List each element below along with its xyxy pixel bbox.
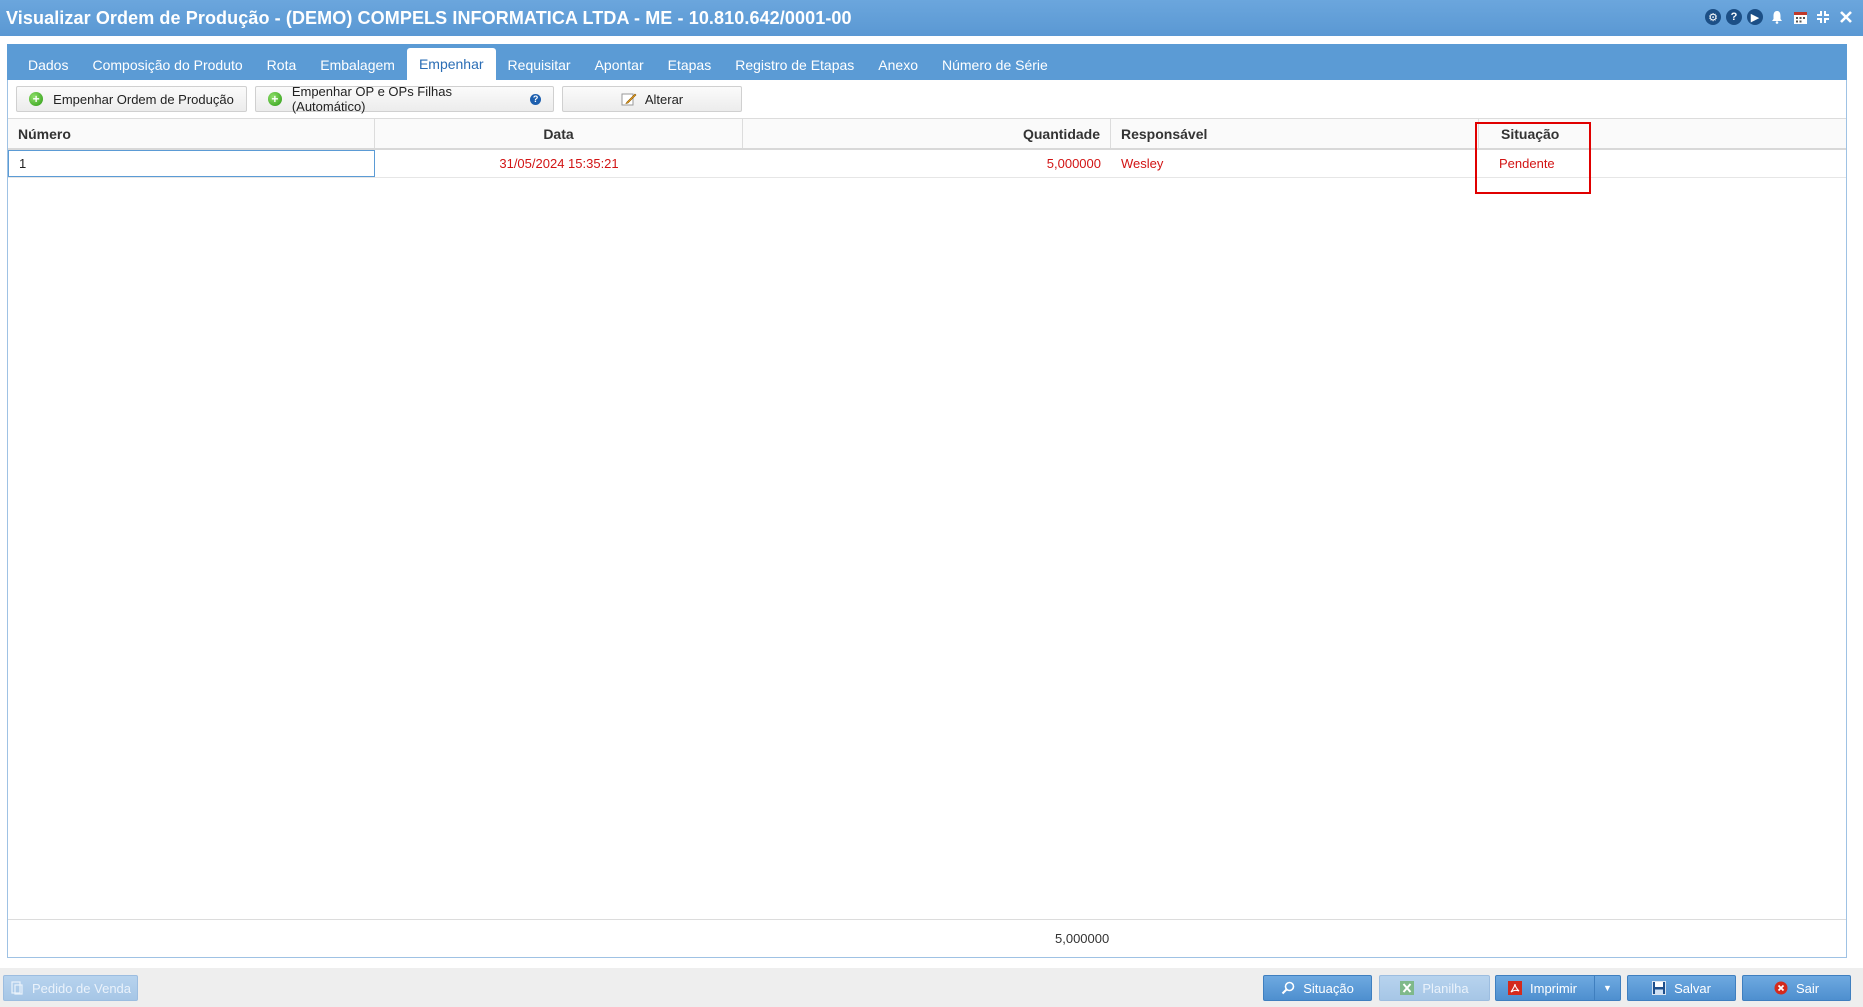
situacao-button[interactable]: Situação bbox=[1263, 975, 1372, 1001]
pedido-venda-button[interactable]: Pedido de Venda bbox=[3, 975, 138, 1001]
situacao-label: Situação bbox=[1303, 980, 1354, 996]
chevron-down-icon[interactable]: ▼ bbox=[1594, 976, 1620, 1000]
tab-bar: Dados Composição do Produto Rota Embalag… bbox=[7, 44, 1847, 80]
tab-rota[interactable]: Rota bbox=[255, 50, 309, 80]
pencil-icon bbox=[621, 92, 637, 106]
cell-data: 31/05/2024 15:35:21 bbox=[499, 156, 619, 171]
add-icon: + bbox=[29, 92, 44, 106]
salvar-label: Salvar bbox=[1674, 980, 1711, 996]
tab-composicao-produto[interactable]: Composição do Produto bbox=[80, 50, 254, 80]
situacao-highlight-annotation bbox=[1475, 122, 1591, 194]
empenhar-op-filhas-button[interactable]: + Empenhar OP e OPs Filhas (Automático) … bbox=[255, 84, 554, 114]
tab-etapas[interactable]: Etapas bbox=[656, 50, 724, 80]
tab-numero-serie[interactable]: Número de Série bbox=[930, 50, 1060, 80]
planilha-label: Planilha bbox=[1422, 980, 1469, 996]
empenhar-op-filhas-label: Empenhar OP e OPs Filhas (Automático) bbox=[291, 84, 452, 114]
alterar-label: Alterar bbox=[644, 91, 684, 107]
column-header-quantidade[interactable]: Quantidade bbox=[743, 119, 1111, 148]
pedido-venda-label: Pedido de Venda bbox=[31, 980, 132, 996]
tab-registro-etapas[interactable]: Registro de Etapas bbox=[723, 50, 866, 80]
tab-empenhar[interactable]: Empenhar bbox=[406, 48, 496, 80]
tab-embalagem[interactable]: Embalagem bbox=[308, 50, 407, 80]
minimize-icon[interactable] bbox=[1814, 8, 1832, 26]
grid-summary-row: 5,000000 bbox=[8, 919, 1846, 957]
total-quantidade: 5,000000 bbox=[1055, 931, 1110, 946]
bottom-action-bar: Pedido de Venda Situação Planilha Imprim… bbox=[0, 968, 1863, 1007]
empenhar-op-button[interactable]: + Empenhar Ordem de Produção bbox=[16, 86, 247, 112]
window-title: Visualizar Ordem de Produção - (DEMO) CO… bbox=[6, 7, 852, 28]
cell-quantidade: 5,000000 bbox=[1046, 156, 1101, 171]
planilha-button[interactable]: Planilha bbox=[1379, 975, 1490, 1001]
search-icon bbox=[1281, 981, 1295, 995]
save-icon bbox=[1652, 981, 1666, 995]
column-header-data[interactable]: Data bbox=[375, 119, 743, 148]
calendar-icon[interactable] bbox=[1791, 8, 1809, 26]
alterar-button[interactable]: Alterar bbox=[562, 86, 742, 112]
window-titlebar: Visualizar Ordem de Produção - (DEMO) CO… bbox=[0, 0, 1863, 36]
bell-icon[interactable] bbox=[1768, 8, 1786, 26]
cell-numero[interactable]: 1 bbox=[8, 150, 375, 177]
help-icon[interactable]: ? bbox=[1726, 9, 1742, 25]
tab-requisitar[interactable]: Requisitar bbox=[496, 50, 583, 80]
settings-icon[interactable]: ⚙ bbox=[1705, 9, 1721, 25]
window-controls: ⚙ ? ▶ bbox=[1705, 8, 1855, 26]
play-icon[interactable]: ▶ bbox=[1747, 9, 1763, 25]
content-panel: + Empenhar Ordem de Produção + Empenhar … bbox=[7, 80, 1847, 958]
column-header-responsavel[interactable]: Responsável bbox=[1111, 119, 1479, 148]
tab-dados[interactable]: Dados bbox=[16, 50, 80, 80]
document-icon bbox=[10, 981, 24, 995]
imprimir-button[interactable]: Imprimir ▼ bbox=[1495, 975, 1621, 1001]
imprimir-label: Imprimir bbox=[1530, 980, 1577, 996]
excel-icon bbox=[1400, 981, 1415, 995]
tab-anexo[interactable]: Anexo bbox=[866, 50, 930, 80]
add-icon: + bbox=[268, 92, 282, 106]
salvar-button[interactable]: Salvar bbox=[1627, 975, 1736, 1001]
cell-responsavel: Wesley bbox=[1121, 156, 1164, 171]
help-icon[interactable]: ? bbox=[530, 93, 541, 105]
column-header-numero[interactable]: Número bbox=[8, 119, 375, 148]
exit-icon bbox=[1774, 981, 1788, 995]
pdf-icon bbox=[1508, 981, 1522, 995]
close-icon[interactable] bbox=[1837, 8, 1855, 26]
tab-apontar[interactable]: Apontar bbox=[583, 50, 656, 80]
sair-label: Sair bbox=[1795, 980, 1820, 996]
sair-button[interactable]: Sair bbox=[1742, 975, 1851, 1001]
empenhar-op-label: Empenhar Ordem de Produção bbox=[53, 91, 234, 107]
toolbar: + Empenhar Ordem de Produção + Empenhar … bbox=[16, 84, 742, 114]
